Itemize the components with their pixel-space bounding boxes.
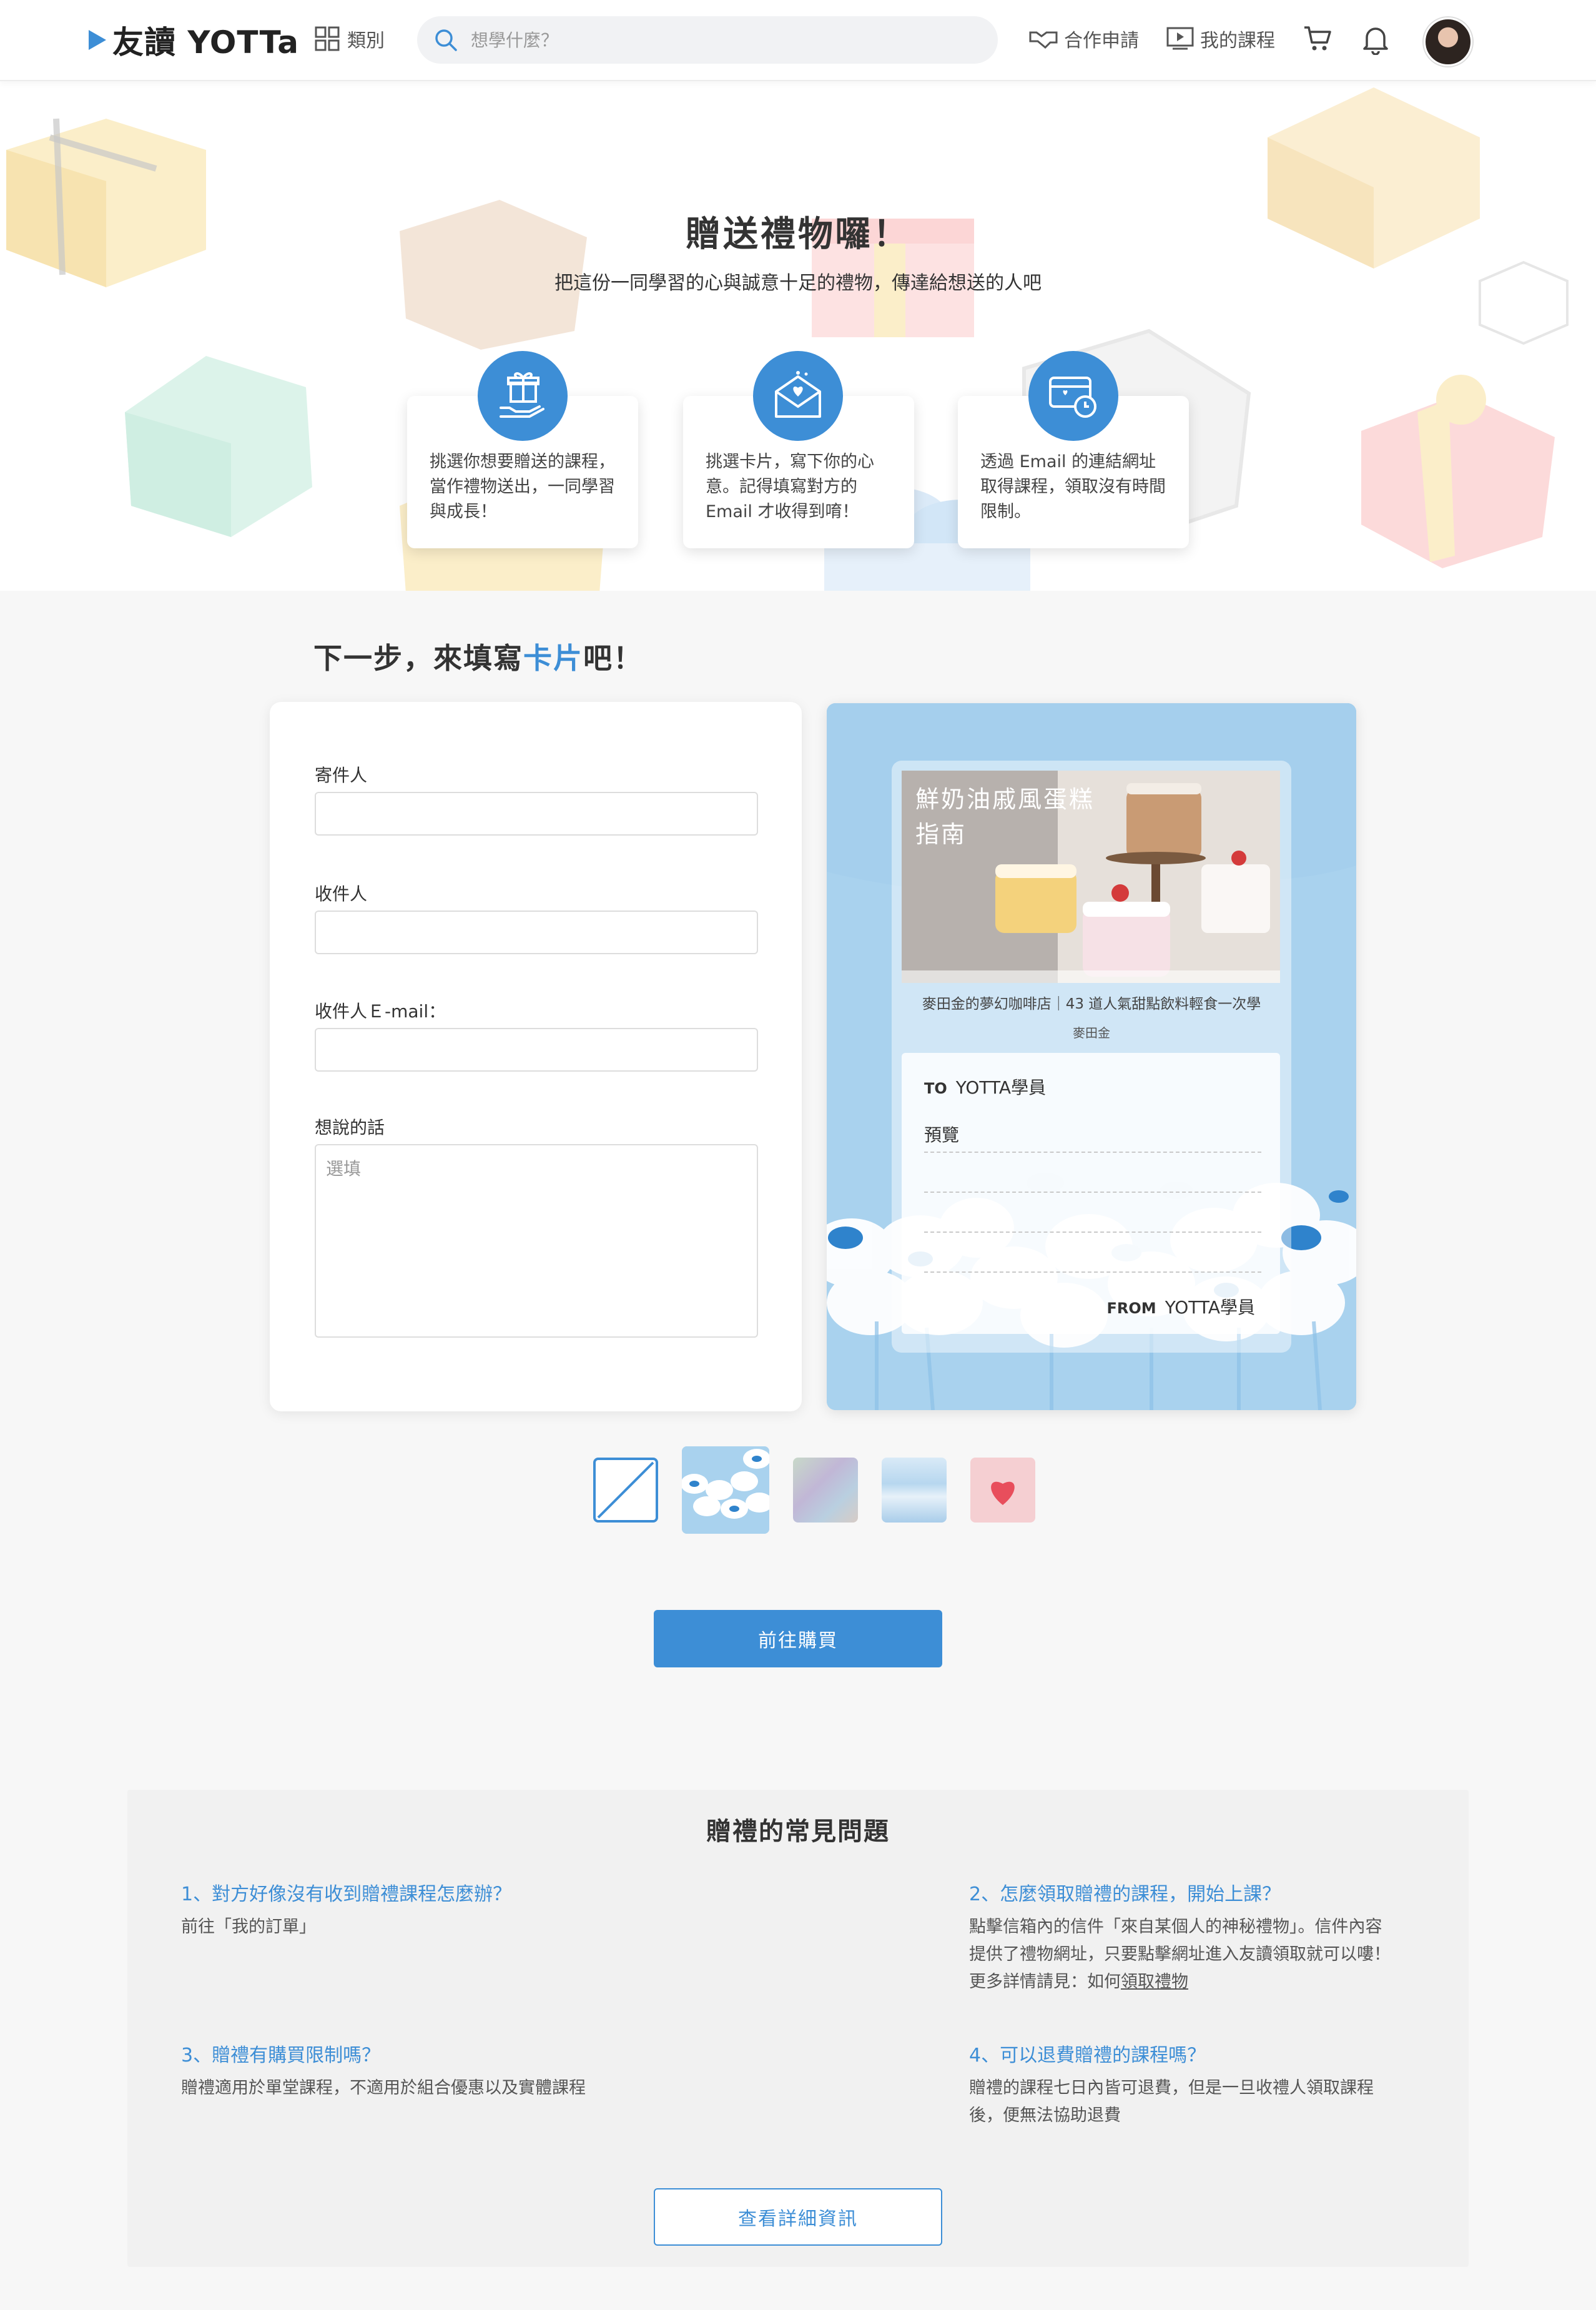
theme-holographic-option[interactable]	[793, 1458, 858, 1523]
preview-author: 麥田金	[1073, 1025, 1110, 1040]
site-logo[interactable]: 友讀 YOTTa	[86, 21, 299, 61]
hero-title: 贈送禮物囉！	[686, 214, 910, 255]
faq-answer-2-line1: 點擊信箱內的信件「來自某個人的神秘禮物」。信件內容	[969, 1917, 1382, 1937]
faq-question-2[interactable]: 2、怎麼領取贈禮的課程，開始上課？	[969, 1878, 1281, 1906]
step-text: 挑選卡片，寫下你的心意。記得填寫對方的 Email 才收得到唷！	[706, 452, 874, 521]
faq-answer-3: 贈禮適用於單堂課程，不適用於組合優惠以及實體課程	[181, 2078, 586, 2098]
cover-title: 鮮奶油戚風蛋糕 指南	[915, 782, 1095, 852]
message-field[interactable]	[315, 1144, 758, 1338]
from-label: FROM	[1106, 1300, 1156, 1317]
theme-pink-heart-option[interactable]	[970, 1458, 1035, 1523]
play-logo-icon	[89, 30, 106, 50]
step-icon-circle	[1028, 351, 1118, 441]
gift-hand-icon	[500, 372, 544, 418]
partner-link[interactable]: 合作申請	[1029, 25, 1139, 52]
dashed-line	[924, 1192, 1261, 1193]
dashed-line	[924, 1152, 1261, 1153]
recipient-field[interactable]	[315, 911, 758, 954]
preview-from: FROM YOTTA學員	[1107, 1294, 1255, 1319]
handshake-icon	[1029, 31, 1058, 49]
hero-banner: 贈送禮物囉！ 把這份一同學習的心與誠意十足的禮物，傳達給想送的人吧 挑選你想要贈…	[0, 81, 1596, 591]
my-courses-link[interactable]: 我的課程	[1166, 25, 1275, 52]
recipient-label: 收件人	[315, 884, 368, 904]
card-clock-icon	[1049, 377, 1096, 418]
card-section-title: 下一步，來填寫卡片吧！	[313, 636, 643, 677]
faq-answer-4-line1: 贈禮的課程七日內皆可退費，但是一旦收禮人領取課程	[969, 2078, 1374, 2098]
faq-answer-2-line2: 提供了禮物網址，只要點擊網址進入友讀領取就可以嘍！	[969, 1945, 1391, 1964]
sender-field[interactable]	[315, 792, 758, 836]
faq-question-4[interactable]: 4、可以退費贈禮的課程嗎？	[969, 2040, 1206, 2067]
heart-icon	[991, 1481, 1015, 1505]
logo-text: 友讀 YOTTa	[112, 24, 299, 61]
search-bar[interactable]	[417, 16, 998, 64]
hero-subtitle: 把這份一同學習的心與誠意十足的禮物，傳達給想送的人吧	[554, 272, 1042, 294]
top-navbar: 友讀 YOTTa 類別 合作申請 我的課程	[0, 0, 1596, 81]
from-name: YOTTA學員	[1165, 1297, 1255, 1318]
claim-gift-link[interactable]: 領取禮物	[1121, 1972, 1188, 1992]
faq-section: 贈禮的常見問題 1、對方好像沒有收到贈禮課程怎麼辦？ 前往「我的訂單」 2、怎麼…	[127, 1790, 1469, 2267]
step-icon-circle	[753, 351, 843, 441]
category-label: 類別	[347, 30, 385, 52]
step-icon-circle	[478, 351, 568, 441]
category-menu[interactable]: 類別	[315, 25, 385, 52]
cover-title-line1: 鮮奶油戚風蛋糕	[915, 786, 1095, 813]
dashed-line	[924, 1271, 1261, 1273]
mint-box-decoration-icon	[125, 356, 312, 537]
theme-blue-flowers-option[interactable]	[682, 1446, 769, 1534]
buy-button[interactable]: 前往購買	[654, 1610, 942, 1667]
gift-card-form: 寄件人 收件人 收件人Ｅ-mail： 想說的話	[270, 702, 802, 1411]
title-prefix: 下一步，來填寫	[313, 641, 523, 675]
preview-to: TO YOTTA學員	[924, 1074, 1046, 1099]
envelope-heart-icon	[775, 371, 821, 418]
theme-waves-option[interactable]	[882, 1458, 947, 1523]
pink-gift-right-decoration-icon	[1361, 375, 1555, 568]
search-icon	[435, 29, 457, 51]
faq-question-1[interactable]: 1、對方好像沒有收到贈禮課程怎麼辦？	[181, 1878, 511, 1906]
bell-icon[interactable]	[1361, 24, 1390, 55]
recipient-email-field[interactable]	[315, 1028, 758, 1072]
preview-course-title: 麥田金的夢幻咖啡店｜43 道人氣甜點飲料輕食一次學	[922, 996, 1261, 1012]
faq-title: 贈禮的常見問題	[706, 1817, 890, 1846]
partner-label: 合作申請	[1064, 30, 1139, 52]
user-avatar[interactable]	[1424, 17, 1472, 66]
faq-question-3[interactable]: 3、贈禮有購買限制嗎？	[181, 2040, 380, 2067]
step-text: 透過 Email 的連結網址取得課程，領取沒有時間限制。	[980, 452, 1166, 521]
view-details-button[interactable]: 查看詳細資訊	[654, 2188, 942, 2246]
faq-answer-4-line2: 後，便無法協助退費	[969, 2106, 1121, 2125]
recipient-email-label: 收件人Ｅ-mail：	[315, 1001, 446, 1022]
sender-label: 寄件人	[315, 765, 368, 786]
blue-flowers-theme-icon	[682, 1446, 769, 1534]
theme-none-option[interactable]	[593, 1458, 658, 1523]
step-text: 挑選你想要贈送的課程，當作禮物送出，一同學習與成長！	[430, 452, 615, 521]
to-label: TO	[924, 1080, 947, 1097]
no-theme-icon	[597, 1461, 654, 1519]
dashed-line	[924, 1232, 1261, 1233]
title-highlight: 卡片	[523, 641, 583, 675]
cover-title-line2: 指南	[915, 821, 967, 848]
faq-answer-2: 點擊信箱內的信件「來自某個人的神秘禮物」。信件內容 提供了禮物網址，只要點擊網址…	[969, 1913, 1444, 1996]
course-cover-image: 鮮奶油戚風蛋糕 指南	[902, 771, 1280, 983]
grid-icon	[315, 26, 340, 51]
to-name: YOTTA學員	[955, 1077, 1047, 1098]
preview-letter: TO YOTTA學員 預覽 FROM YOTTA學員	[902, 1053, 1280, 1334]
faq-answer-4: 贈禮的課程七日內皆可退費，但是一旦收禮人領取課程 後，便無法協助退費	[969, 2075, 1444, 2130]
title-suffix: 吧！	[583, 641, 643, 675]
cart-icon[interactable]	[1303, 24, 1332, 54]
gift-card-preview: 鮮奶油戚風蛋糕 指南 麥田金的夢幻咖啡店｜43 道人氣甜點飲料輕食一次學 麥田金…	[827, 703, 1356, 1410]
search-input[interactable]	[470, 29, 972, 51]
preview-message: 預覽	[924, 1125, 960, 1145]
message-label: 想說的話	[315, 1117, 385, 1138]
video-play-icon	[1166, 27, 1194, 50]
my-courses-label: 我的課程	[1200, 30, 1275, 52]
faq-answer-2-line3: 更多詳情請見：如何領取禮物	[969, 1968, 1444, 1996]
faq-answer-1: 前往「我的訂單」	[181, 1917, 316, 1937]
faq-answer-2-prefix: 更多詳情請見：如何	[969, 1972, 1121, 1992]
